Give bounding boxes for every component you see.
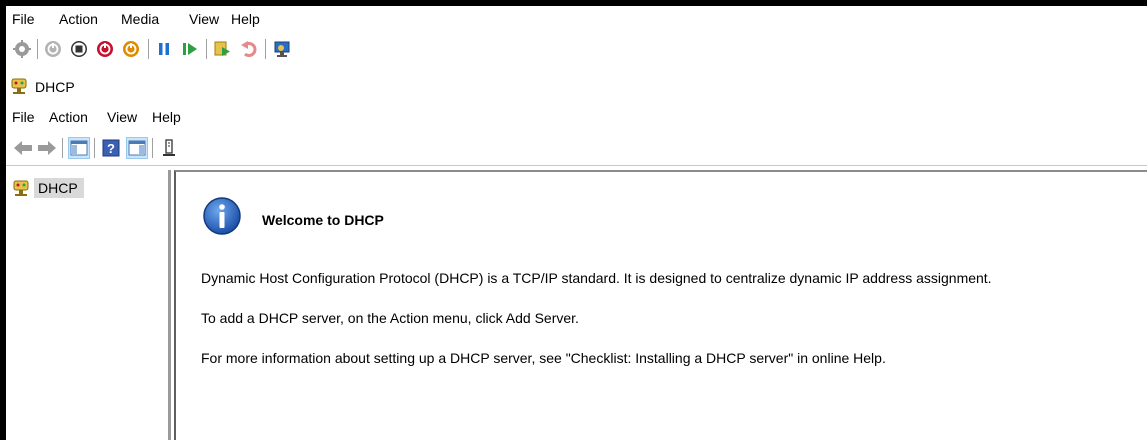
revert-icon[interactable] xyxy=(239,39,259,59)
content-pane: Welcome to DHCP Dynamic Host Configurati… xyxy=(174,170,1147,440)
toolbar-separator xyxy=(37,39,38,59)
vm-toolbar xyxy=(6,33,1147,63)
mmc-menu-help[interactable]: Help xyxy=(152,109,181,125)
start-icon[interactable] xyxy=(180,39,200,59)
toolbar-separator xyxy=(206,39,207,59)
add-server-paragraph: To add a DHCP server, on the Action menu… xyxy=(201,310,579,326)
menu-help[interactable]: Help xyxy=(231,11,260,27)
show-hide-console-tree-icon[interactable] xyxy=(68,137,90,159)
mmc-menu-action[interactable]: Action xyxy=(49,109,88,125)
vm-menubar: File Action Media View Help xyxy=(6,6,1147,32)
checkpoint-icon[interactable] xyxy=(213,39,233,59)
menu-file[interactable]: File xyxy=(12,11,35,27)
menu-view[interactable]: View xyxy=(189,11,219,27)
dhcp-icon xyxy=(12,179,30,197)
forward-arrow-icon[interactable] xyxy=(36,137,58,159)
toolbar-separator xyxy=(148,39,149,59)
show-hide-action-pane-icon[interactable] xyxy=(126,137,148,159)
stop-icon[interactable] xyxy=(69,39,89,59)
settings-icon[interactable] xyxy=(12,39,32,59)
mmc-menu-view[interactable]: View xyxy=(107,109,137,125)
dhcp-icon xyxy=(10,77,28,95)
toolbar-separator xyxy=(152,138,153,158)
toolbar-separator xyxy=(62,138,63,158)
intro-paragraph: Dynamic Host Configuration Protocol (DHC… xyxy=(201,270,992,286)
toolbar-separator xyxy=(265,39,266,59)
info-icon xyxy=(202,196,242,236)
svg-text:?: ? xyxy=(107,141,115,156)
vm-window: File Action Media View Help DHCP File Ac… xyxy=(6,6,1147,440)
audit-icon[interactable] xyxy=(158,137,180,159)
pause-icon[interactable] xyxy=(154,39,174,59)
menu-action[interactable]: Action xyxy=(59,11,98,27)
mmc-title-bar: DHCP xyxy=(6,75,1147,99)
tree-item-label: DHCP xyxy=(34,178,84,198)
window-title: DHCP xyxy=(35,79,75,95)
mmc-menu-file[interactable]: File xyxy=(12,109,35,125)
mmc-menubar: File Action View Help xyxy=(6,105,1147,127)
toolbar-separator xyxy=(94,138,95,158)
enhanced-session-icon[interactable] xyxy=(272,39,292,59)
shutdown-icon[interactable] xyxy=(95,39,115,59)
welcome-heading: Welcome to DHCP xyxy=(262,212,384,228)
reset-icon[interactable] xyxy=(43,39,63,59)
back-arrow-icon[interactable] xyxy=(12,137,34,159)
power-icon[interactable] xyxy=(121,39,141,59)
console-tree: DHCP xyxy=(6,170,171,440)
mmc-toolbar: ? xyxy=(6,131,1147,166)
help-icon[interactable]: ? xyxy=(100,137,122,159)
more-info-paragraph: For more information about setting up a … xyxy=(201,350,886,366)
tree-item-dhcp[interactable]: DHCP xyxy=(12,177,84,199)
menu-media[interactable]: Media xyxy=(121,11,159,27)
